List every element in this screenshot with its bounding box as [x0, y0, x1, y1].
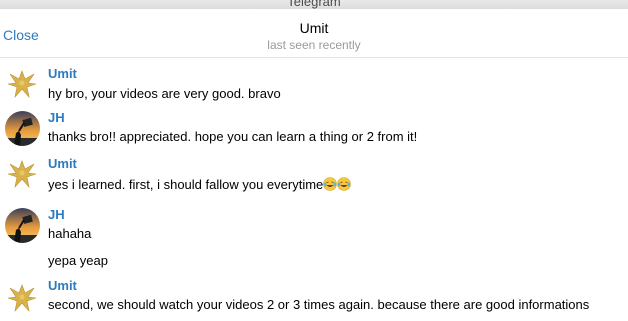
message-text: hy bro, your videos are very good. bravo — [48, 86, 281, 101]
window-titlebar: Telegram — [0, 0, 628, 9]
window-title: Telegram — [287, 0, 341, 9]
chat-status: last seen recently — [267, 38, 361, 52]
laughing-tears-emoji — [337, 177, 352, 194]
message-text: thanks bro!! appreciated. hope you can l… — [48, 129, 418, 144]
eagle-avatar[interactable] — [5, 281, 40, 316]
chat-header: Close Umit last seen recently — [0, 9, 628, 58]
message-sender[interactable]: Umit — [48, 66, 77, 81]
message-text: yes i learned. first, i should fallow yo… — [48, 177, 324, 192]
message-sender[interactable]: JH — [48, 110, 65, 125]
laughing-tears-emoji — [323, 177, 338, 194]
message-text: yepa yeap — [48, 253, 108, 268]
message-text: second, we should watch your videos 2 or… — [48, 297, 590, 312]
eagle-avatar[interactable] — [5, 157, 40, 192]
message-sender[interactable]: Umit — [48, 156, 77, 171]
sunset-person-avatar[interactable] — [5, 208, 40, 243]
message-sender[interactable]: Umit — [48, 278, 77, 293]
message-sender[interactable]: JH — [48, 207, 65, 222]
message-text: hahaha — [48, 226, 92, 241]
eagle-avatar[interactable] — [5, 67, 40, 102]
message-text-row: yes i learned. first, i should fallow yo… — [48, 177, 352, 194]
chat-title: Umit — [299, 20, 329, 36]
sunset-person-avatar[interactable] — [5, 111, 40, 146]
